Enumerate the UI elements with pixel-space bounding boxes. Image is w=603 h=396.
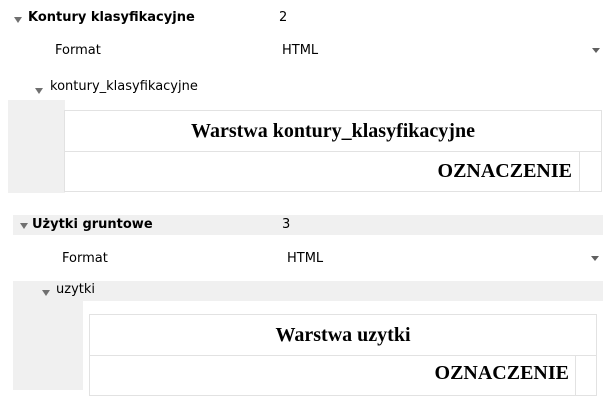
- format-dropdown-value-uzytki: HTML: [287, 251, 324, 266]
- format-dropdown-kontury[interactable]: HTML: [274, 37, 603, 63]
- section-title-uzytki: Użytki gruntowe: [32, 217, 153, 232]
- table-title-uzytki: Warstwa uzytki: [275, 324, 411, 346]
- expand-layer-uzytki-icon[interactable]: [42, 290, 50, 296]
- column-header-kontury: OZNACZENIE: [437, 160, 572, 182]
- format-dropdown-value-kontury: HTML: [282, 43, 319, 58]
- indent-band-uzytki: [13, 301, 83, 390]
- format-label-kontury: Format: [55, 43, 101, 58]
- dropdown-arrow-icon: [592, 48, 600, 53]
- table-col-divider: [579, 151, 580, 191]
- html-table-kontury: Warstwa kontury_klasyfikacyjne OZNACZENI…: [64, 110, 602, 192]
- table-col-divider: [575, 355, 576, 395]
- section-count-kontury: 2: [279, 10, 288, 25]
- table-divider: [65, 151, 601, 152]
- indent-band-kontury: [8, 100, 65, 193]
- expand-layer-kontury-icon[interactable]: [35, 88, 43, 94]
- table-title-kontury: Warstwa kontury_klasyfikacyjne: [191, 120, 475, 142]
- section-count-uzytki: 3: [282, 217, 291, 232]
- section-title-kontury: Kontury klasyfikacyjne: [28, 10, 195, 25]
- layer-band-uzytki: [13, 281, 603, 301]
- expand-uzytki-icon[interactable]: [20, 223, 28, 229]
- table-divider: [90, 355, 596, 356]
- format-label-uzytki: Format: [62, 251, 108, 266]
- column-header-uzytki: OZNACZENIE: [434, 362, 569, 384]
- expand-kontury-icon[interactable]: [14, 17, 22, 23]
- layer-node-kontury[interactable]: kontury_klasyfikacyjne: [50, 78, 198, 96]
- dropdown-arrow-icon: [591, 256, 599, 261]
- format-dropdown-uzytki[interactable]: HTML: [279, 245, 603, 271]
- layer-node-uzytki[interactable]: uzytki: [56, 281, 95, 299]
- html-table-uzytki: Warstwa uzytki OZNACZENIE: [89, 314, 597, 396]
